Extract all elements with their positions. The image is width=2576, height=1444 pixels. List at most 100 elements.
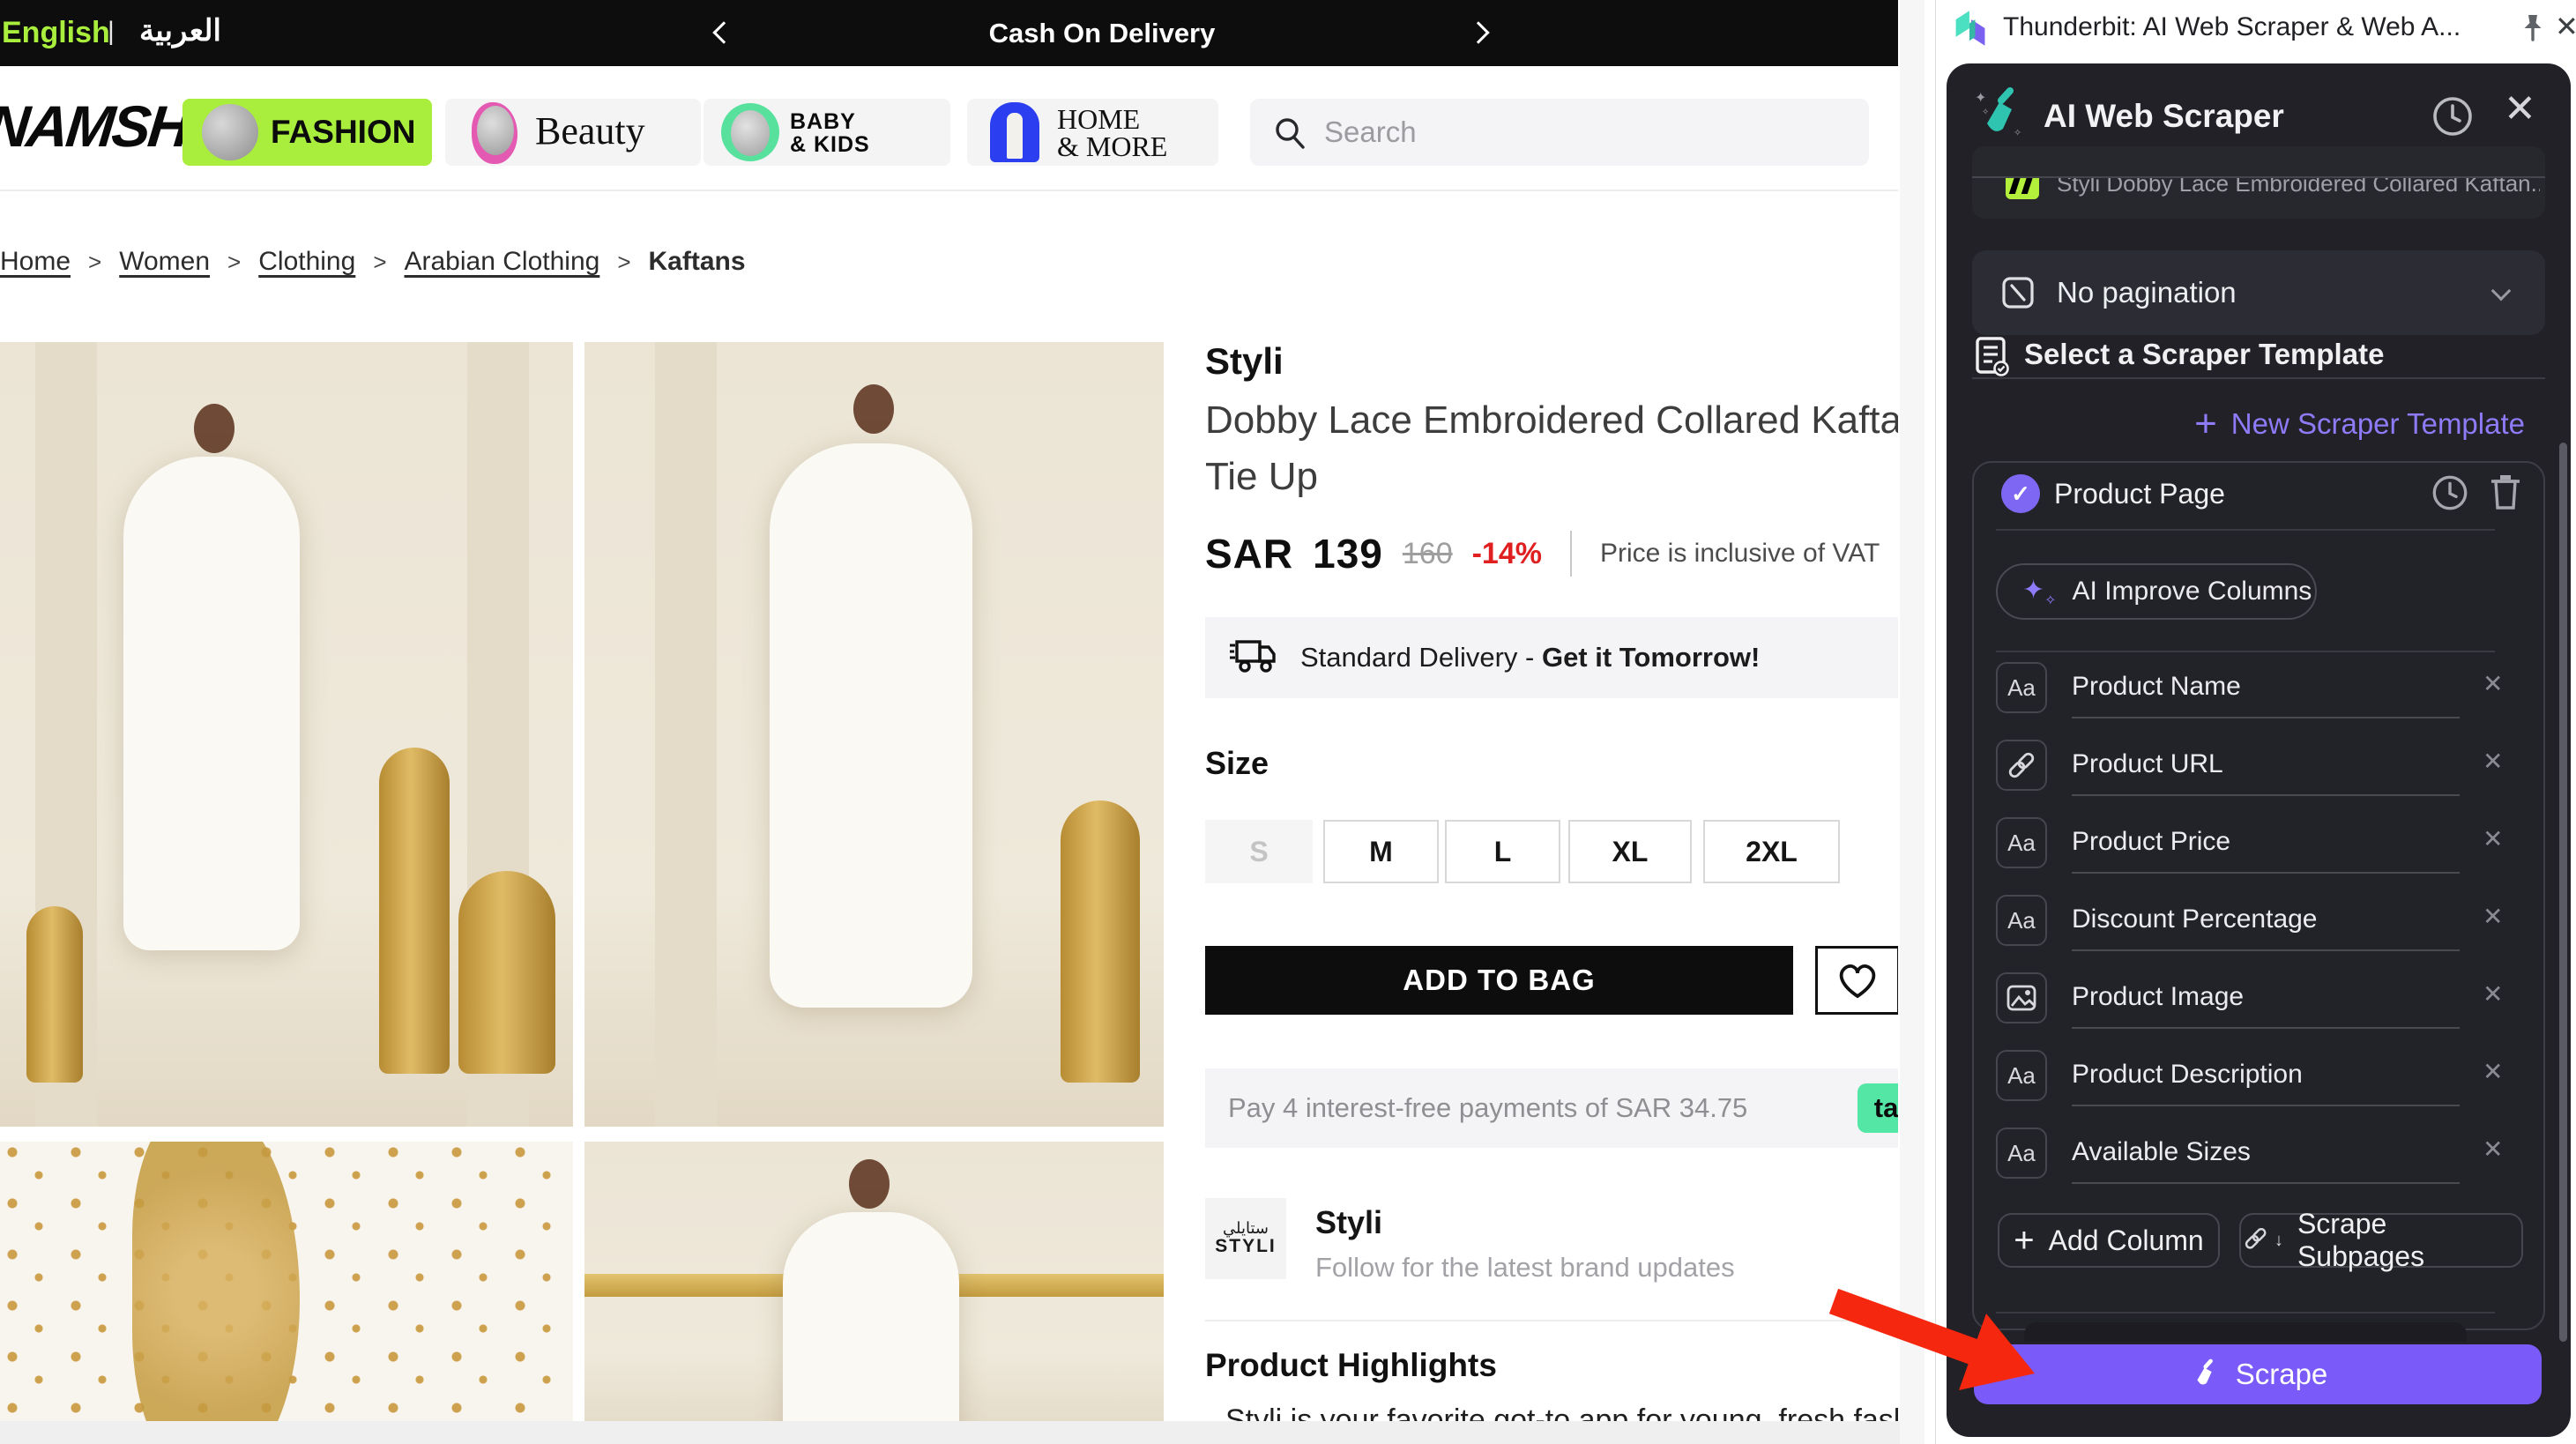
discount-badge: -14% [1471,536,1542,570]
size-option-2xl[interactable]: 2XL [1703,820,1840,883]
wishlist-button[interactable] [1815,946,1898,1015]
gold-vase [379,748,450,1074]
scroll-clip-edge [1972,146,2545,178]
field-underline [2072,872,2460,874]
truck-icon [1230,640,1276,673]
panel-scrollbar-thumb[interactable] [2559,443,2567,1342]
history-clock-icon[interactable] [2430,93,2475,139]
nav-tab-baby-kids[interactable]: BABY & KIDS [704,99,950,166]
ai-web-scraper-panel: ✦ ✧ ✧ AI Web Scraper ✕ Styli Dobby Lace … [1947,63,2571,1437]
column-row-product-url: Product URL ✕ [1947,740,2520,810]
panel-close-icon[interactable]: ✕ [2504,86,2536,131]
side-panel-close-icon[interactable]: ✕ [2555,0,2576,55]
remove-column-icon[interactable]: ✕ [2483,902,2503,931]
add-column-label: Add Column [2048,1224,2204,1256]
remove-column-icon[interactable]: ✕ [2483,1057,2503,1086]
new-scraper-template-button[interactable]: + New Scraper Template [2194,403,2525,445]
brand-follow-subtitle: Follow for the latest brand updates [1315,1252,1735,1283]
vat-note: Price is inclusive of VAT [1599,539,1880,568]
remove-column-icon[interactable]: ✕ [2483,1135,2503,1164]
template-name[interactable]: Product Page [2054,471,2225,517]
breadcrumb-women[interactable]: Women [119,247,210,277]
column-label[interactable]: Product URL [2072,743,2223,785]
column-label[interactable]: Product Description [2072,1053,2303,1096]
language-english[interactable]: English [2,0,110,66]
breadcrumb-separator: > [227,248,242,275]
field-underline [2072,949,2460,951]
namshi-page: English | العربية Cash On Delivery NAMSH… [0,0,1898,1444]
column-label[interactable]: Discount Percentage [2072,898,2318,941]
image-type-icon [1996,972,2047,1023]
search-input[interactable] [1324,99,1835,166]
promo-prev-icon[interactable] [712,21,735,44]
home-pillar [1007,113,1023,159]
home-label: HOME & MORE [1057,103,1168,162]
panel-title: AI Web Scraper [2044,98,2284,134]
sparkles-icon: ✦✧ [2022,575,2057,608]
add-to-bag-button[interactable]: ADD TO BAG [1205,946,1793,1015]
brand-name[interactable]: Styli [1205,340,1284,383]
screen: English | العربية Cash On Delivery NAMSH… [0,0,2576,1444]
divider [1996,529,2495,531]
size-option-m[interactable]: M [1323,820,1439,883]
remove-column-icon[interactable]: ✕ [2483,979,2503,1009]
installments-banner: Pay 4 interest-free payments of SAR 34.7… [1205,1068,1898,1148]
section-divider [1205,1320,1898,1321]
pagination-select[interactable]: No pagination [1972,250,2545,335]
template-history-icon[interactable] [2430,473,2470,513]
column-label[interactable]: Product Image [2072,976,2244,1018]
column-label[interactable]: Product Price [2072,821,2230,863]
size-option-l[interactable]: L [1445,820,1560,883]
template-list-icon [1976,337,2009,376]
scrape-button[interactable]: Scrape [1974,1344,2542,1404]
brand-logo-tile[interactable]: ستايلي STYLI [1205,1198,1286,1279]
scrape-subpages-button[interactable]: ↓ Scrape Subpages [2239,1208,2523,1272]
field-underline [2072,794,2460,796]
pin-icon[interactable] [2518,12,2548,44]
remove-column-icon[interactable]: ✕ [2483,669,2503,698]
ai-improve-columns-button[interactable]: ✦✧ AI Improve Columns [1996,563,2317,620]
plus-icon: + [2014,1220,2035,1260]
text-type-icon: Aa [1996,1128,2047,1179]
product-title-line2: Tie Up [1205,455,1318,498]
product-title-line1: Dobby Lace Embroidered Collared Kaftan w… [1205,398,1898,442]
remove-column-icon[interactable]: ✕ [2483,747,2503,776]
product-image-3[interactable] [0,1142,573,1444]
template-selected-check-icon[interactable]: ✓ [2001,474,2040,513]
namshi-logo[interactable]: NAMSHI [0,93,205,160]
clipped-next-section [2024,1322,2467,1342]
price: 139 [1313,531,1383,577]
kaftan-dress [123,457,300,950]
delete-template-icon[interactable] [2486,471,2525,513]
remove-column-icon[interactable]: ✕ [2483,824,2503,853]
page-horizontal-scrollbar[interactable] [0,1421,1900,1444]
heart-icon [1839,964,1876,999]
breadcrumb-arabian-clothing[interactable]: Arabian Clothing [405,247,600,277]
panel-separator [1935,0,1936,1444]
scraped-item-field[interactable]: Styli Dobby Lace Embroidered Collared Ka… [1972,146,2545,219]
nav-tab-beauty[interactable]: Beauty [445,99,701,166]
promo-next-icon[interactable] [1467,21,1490,44]
column-row-product-image: Product Image ✕ [1947,972,2520,1043]
product-image-4[interactable] [584,1142,1164,1444]
column-label[interactable]: Available Sizes [2072,1131,2251,1173]
breadcrumb-separator: > [617,248,631,275]
arrow-down-icon: ↓ [2274,1230,2283,1250]
add-column-button[interactable]: + Add Column [1998,1213,2220,1268]
breadcrumb-clothing[interactable]: Clothing [258,247,355,277]
product-image-1[interactable] [0,342,573,1127]
text-type-icon: Aa [1996,662,2047,713]
column-label[interactable]: Product Name [2072,666,2241,708]
page-vertical-scrollbar[interactable] [1900,0,1925,1444]
brand-follow-title[interactable]: Styli [1315,1204,1382,1241]
fashion-photo [202,104,258,160]
breadcrumb-home[interactable]: Home [0,247,71,277]
search-bar[interactable] [1250,99,1869,166]
language-arabic[interactable]: العربية [139,0,221,66]
nav-tab-home-more[interactable]: HOME & MORE [967,99,1218,166]
size-option-xl[interactable]: XL [1568,820,1692,883]
size-option-s: S [1205,820,1313,883]
baby-photo [731,110,770,156]
nav-tab-fashion[interactable]: FASHION [182,99,432,166]
product-image-2[interactable] [584,342,1164,1127]
